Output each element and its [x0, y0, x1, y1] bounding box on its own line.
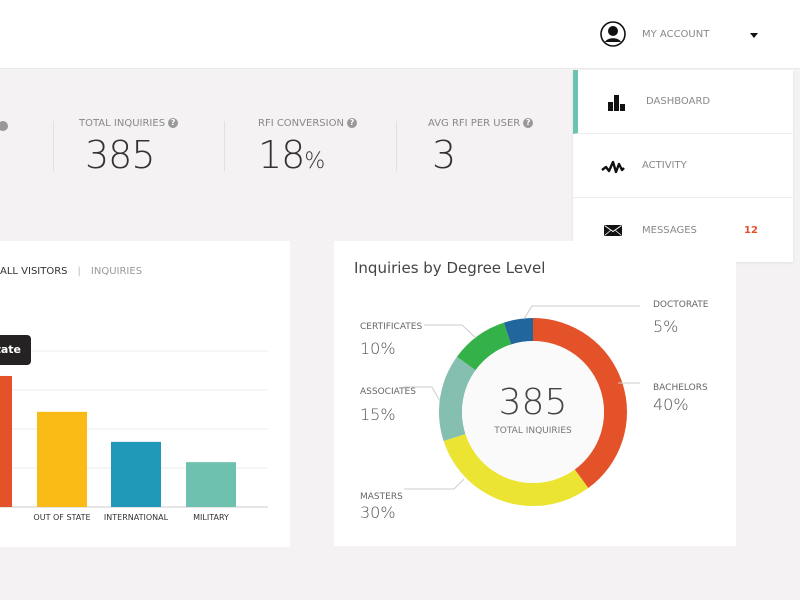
- bar[interactable]: [37, 411, 87, 507]
- menu-label: DASHBOARD: [646, 96, 711, 107]
- stat-value: 385: [85, 133, 156, 177]
- stat-label: AVG RFI PER USER: [428, 118, 521, 129]
- stat-value: 3: [432, 133, 456, 177]
- slice-value: 5%: [653, 317, 679, 336]
- visitor-tabs: ALL VISITORS | INQUIRIES: [0, 266, 142, 277]
- account-label: MY ACCOUNT: [642, 29, 710, 40]
- x-tick-label: MILITARY: [193, 513, 229, 522]
- messages-count-badge: 12: [744, 224, 758, 236]
- slice-label: BACHELORS: [653, 383, 708, 393]
- user-avatar-icon: [600, 21, 626, 47]
- x-tick-label: INTERNATIONAL: [103, 513, 169, 522]
- account-menu-toggle[interactable]: MY ACCOUNT: [600, 21, 709, 47]
- divider: [396, 121, 397, 171]
- bar[interactable]: [0, 375, 12, 507]
- menu-label: ACTIVITY: [642, 160, 687, 171]
- slice-label: DOCTORATE: [653, 300, 709, 310]
- menu-item-activity[interactable]: ACTIVITY: [573, 134, 793, 198]
- help-icon[interactable]: ?: [168, 118, 179, 128]
- tab-inquiries[interactable]: INQUIRIES: [91, 266, 142, 277]
- bar[interactable]: [111, 441, 161, 507]
- caret-down-icon[interactable]: [750, 33, 758, 38]
- leader-line: [523, 305, 640, 320]
- bar-tooltip: tate: [0, 335, 31, 365]
- bar-chart-icon: [608, 94, 625, 111]
- slice-value: 10%: [360, 339, 396, 358]
- account-dropdown-menu: DASHBOARD ACTIVITY MESSAGES 12: [573, 70, 793, 262]
- envelope-icon: [604, 225, 622, 236]
- slice-value: 30%: [360, 503, 396, 522]
- divider: [224, 121, 225, 171]
- donut-center-value: 385: [498, 382, 568, 423]
- bar[interactable]: [186, 462, 236, 507]
- menu-label: MESSAGES: [642, 224, 697, 236]
- menu-item-dashboard[interactable]: DASHBOARD: [573, 70, 793, 134]
- tab-divider: |: [77, 266, 81, 277]
- help-icon[interactable]: [0, 121, 8, 131]
- activity-wave-icon: [601, 160, 625, 173]
- slice-value: 40%: [653, 395, 689, 414]
- visitors-bar-chart: [0, 350, 268, 508]
- stat-total-inquiries: TOTAL INQUIRIES? 385: [79, 118, 179, 177]
- stat-label: RFI CONVERSION: [258, 118, 344, 129]
- stat-value: 18%: [258, 133, 325, 177]
- stat-rfi-conversion: RFI CONVERSION? 18%: [258, 118, 357, 177]
- leader-line: [424, 324, 477, 339]
- divider: [53, 121, 54, 171]
- leader-line: [404, 478, 465, 490]
- slice-label: MASTERS: [360, 492, 403, 502]
- slice-label: CERTIFICATES: [360, 322, 423, 332]
- help-icon[interactable]: ?: [523, 118, 534, 128]
- help-icon[interactable]: ?: [346, 118, 357, 128]
- stat-label: TOTAL INQUIRIES: [79, 118, 166, 129]
- donut-center-label: TOTAL INQUIRIES: [494, 426, 572, 436]
- stat-avg-rfi: AVG RFI PER USER? 3: [428, 118, 534, 177]
- tab-all-visitors[interactable]: ALL VISITORS: [0, 266, 68, 277]
- x-tick-label: E: [0, 513, 1, 522]
- top-bar: MY ACCOUNT: [0, 0, 800, 69]
- slice-value: 15%: [360, 405, 396, 424]
- x-tick-label: OUT OF STATE: [33, 513, 91, 522]
- slice-label: ASSOCIATES: [360, 387, 416, 397]
